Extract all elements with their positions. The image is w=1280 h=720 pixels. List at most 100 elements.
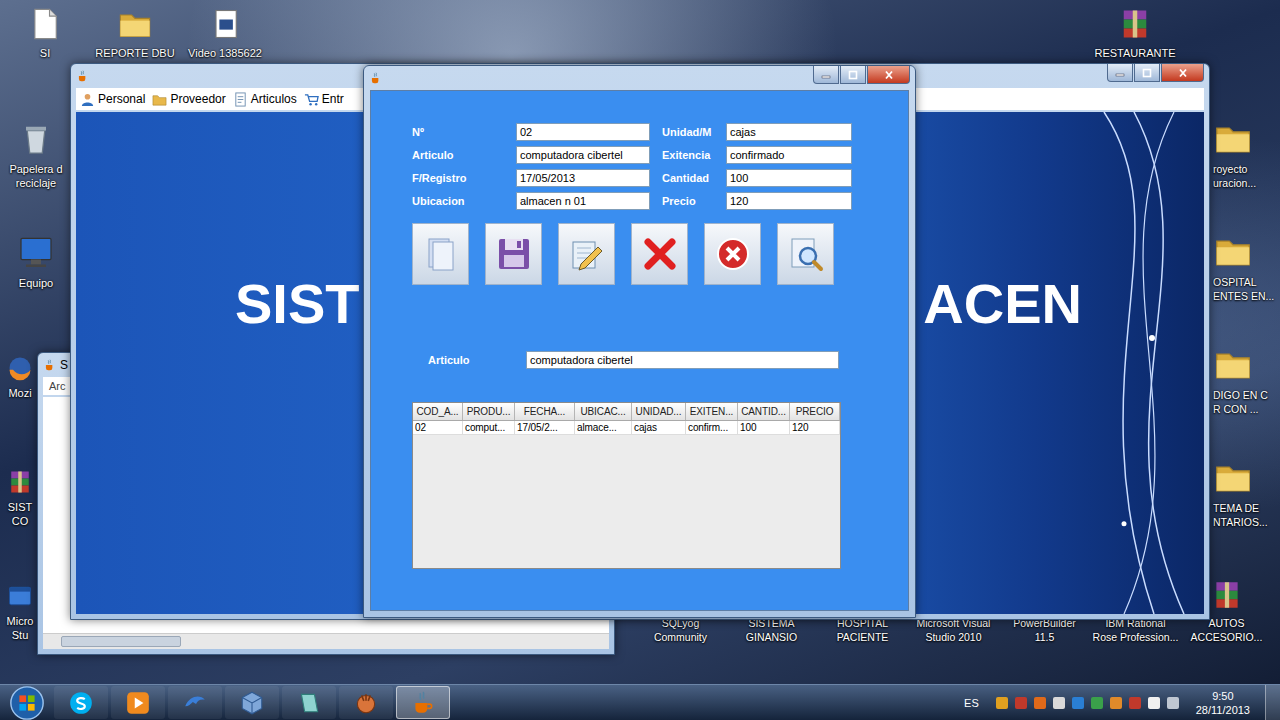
scrollbar[interactable] <box>43 633 609 649</box>
edit-icon <box>567 234 607 274</box>
shortcut-label: Equipo <box>19 276 53 290</box>
text-field[interactable]: 17/05/2013 <box>516 169 650 187</box>
clock[interactable]: 9:5028/11/2013 <box>1186 689 1258 717</box>
cancel-button[interactable] <box>704 223 761 285</box>
taskbar-button[interactable] <box>54 686 108 719</box>
desktop-shortcut[interactable]: royectouracion... <box>1211 118 1279 231</box>
text-field[interactable]: almacen n 01 <box>516 192 650 210</box>
column-header[interactable]: PRECIO <box>790 403 840 420</box>
desktop-shortcut[interactable]: SISTCO <box>4 460 36 574</box>
label-line: RESTAURANTE <box>1094 46 1175 60</box>
tray-app-icon[interactable] <box>1110 697 1122 709</box>
menu-item[interactable]: Articulos <box>233 92 297 107</box>
language-indicator[interactable]: ES <box>964 697 979 709</box>
desktop-shortcut[interactable]: Papelera dreciclaje <box>4 118 68 232</box>
tray-app-icon[interactable] <box>1091 697 1103 709</box>
taskbar-button[interactable] <box>396 686 450 719</box>
desktop-shortcut[interactable]: Equipo <box>4 232 68 346</box>
shortcut-label: SQLyogCommunity <box>654 616 707 644</box>
search-field[interactable]: computadora cibertel <box>526 351 839 369</box>
label-line: Micro <box>7 614 34 628</box>
label-line: Video 1385622 <box>188 46 262 60</box>
field-label: Nº <box>412 126 516 138</box>
tray-app-icon[interactable] <box>1148 697 1160 709</box>
title-bar[interactable] <box>364 66 915 90</box>
show-desktop-button[interactable] <box>1265 685 1280 720</box>
shortcut-label: Mozi <box>8 386 31 400</box>
tray-app-icon[interactable] <box>1015 697 1027 709</box>
column-header[interactable]: UBICAC... <box>575 403 632 420</box>
app-icon <box>6 582 34 610</box>
scrollbar-thumb[interactable] <box>61 636 181 647</box>
menu-item[interactable]: Proveedor <box>152 92 225 107</box>
text-field[interactable]: confirmado <box>726 146 852 164</box>
new-button[interactable] <box>412 223 469 285</box>
tray-app-icon[interactable] <box>1129 697 1141 709</box>
menu-item[interactable]: Arc <box>49 380 66 392</box>
search-button[interactable] <box>777 223 834 285</box>
tray-app-icon[interactable] <box>1034 697 1046 709</box>
clock-time: 9:50 <box>1212 689 1233 703</box>
column-header[interactable]: UNIDAD... <box>632 403 686 420</box>
table-row[interactable]: 02comput...17/05/2...almace...cajasconfi… <box>413 421 840 435</box>
menu-item[interactable]: Entr <box>304 92 344 107</box>
column-header[interactable]: CANTID... <box>738 403 790 420</box>
table-cell: cajas <box>632 421 686 435</box>
close-button[interactable] <box>867 66 910 84</box>
column-header[interactable]: PRODU... <box>463 403 515 420</box>
menu-item[interactable]: Personal <box>80 92 145 107</box>
article-dialog[interactable]: Nº02Unidad/McajasArticulocomputadora cib… <box>363 65 916 618</box>
desktop-shortcut[interactable]: TEMA DENTARIOS... <box>1211 457 1279 570</box>
tray-app-icon[interactable] <box>1167 697 1179 709</box>
desktop-shortcut[interactable]: MicroStu <box>4 574 36 642</box>
taskbar-button[interactable] <box>111 686 165 719</box>
banner-title: ACEN <box>923 276 1082 332</box>
text-field[interactable]: computadora cibertel <box>516 146 650 164</box>
desktop-shortcut[interactable]: Video 1385622 <box>180 6 270 60</box>
delete-button[interactable] <box>631 223 688 285</box>
tray-app-icon[interactable] <box>1072 697 1084 709</box>
label-line: REPORTE DBU <box>95 46 174 60</box>
window-controls <box>813 66 910 84</box>
close-button[interactable] <box>1161 64 1204 82</box>
label-line: GINANSIO <box>746 630 797 644</box>
start-button[interactable] <box>0 685 54 720</box>
column-header[interactable]: FECHA... <box>515 403 575 420</box>
minimize-button[interactable] <box>1107 64 1133 82</box>
text-field[interactable]: 120 <box>726 192 852 210</box>
taskbar-button[interactable] <box>168 686 222 719</box>
text-field[interactable]: cajas <box>726 123 852 141</box>
desktop-shortcut[interactable]: RESTAURANTE <box>1090 6 1180 60</box>
edit-button[interactable] <box>558 223 615 285</box>
save-icon <box>494 234 534 274</box>
desktop-shortcut[interactable]: SI <box>0 6 90 60</box>
text-field[interactable]: 100 <box>726 169 852 187</box>
text-field[interactable]: 02 <box>516 123 650 141</box>
taskbar-button[interactable] <box>225 686 279 719</box>
minimize-button[interactable] <box>813 66 839 84</box>
column-header[interactable]: COD_A... <box>413 403 463 420</box>
window-title: S <box>60 358 68 372</box>
column-header[interactable]: EXITEN... <box>686 403 738 420</box>
shortcut-label: PowerBuilder11.5 <box>1013 616 1075 644</box>
desktop-shortcut[interactable]: REPORTE DBU <box>90 6 180 60</box>
taskbar-button[interactable] <box>339 686 393 719</box>
maximize-button[interactable] <box>840 66 866 84</box>
save-button[interactable] <box>485 223 542 285</box>
tray-app-icon[interactable] <box>996 697 1008 709</box>
desktop-shortcut[interactable]: DIGO EN CR CON ... <box>1211 344 1279 457</box>
label-line: Stu <box>12 628 29 642</box>
articles-table: COD_A...PRODU...FECHA...UBICAC...UNIDAD.… <box>412 402 841 569</box>
label-line: ENTES EN... <box>1213 289 1274 303</box>
desktop-shortcut[interactable]: OSPITALENTES EN... <box>1211 231 1279 344</box>
shortcut-label: SI <box>40 46 50 60</box>
tray-app-icon[interactable] <box>1053 697 1065 709</box>
table-cell: comput... <box>463 421 515 435</box>
table-cell: almace... <box>575 421 632 435</box>
desktop-shortcut[interactable]: Mozi <box>4 346 36 460</box>
field-label: Articulo <box>412 149 516 161</box>
folder-icon <box>1213 344 1253 384</box>
taskbar-button[interactable] <box>282 686 336 719</box>
maximize-button[interactable] <box>1134 64 1160 82</box>
desktop-icon-group: SI REPORTE DBU Video 1385622 <box>0 6 270 60</box>
